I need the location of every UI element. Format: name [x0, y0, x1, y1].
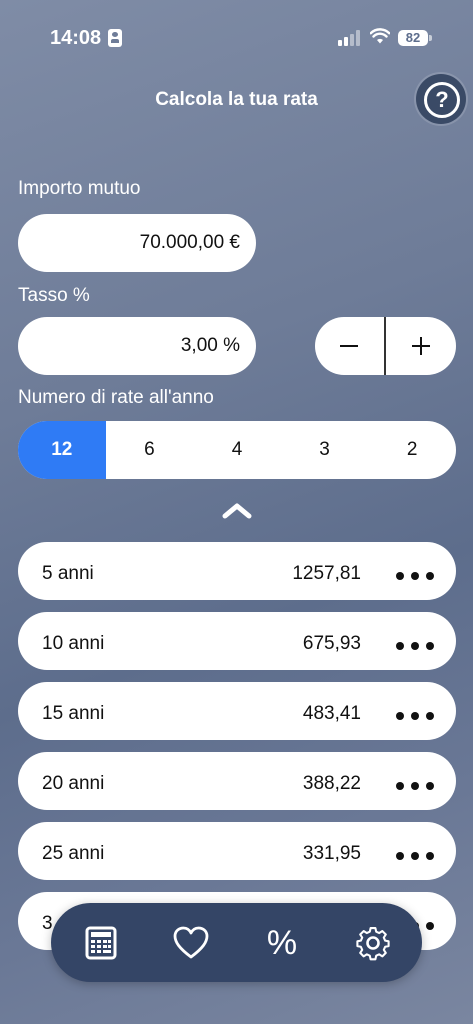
- segment-option-4[interactable]: 4: [193, 421, 281, 479]
- installments-label: Numero di rate all'anno: [18, 387, 214, 408]
- page-title: Calcola la tua rata: [155, 89, 318, 110]
- loan-amount-label: Importo mutuo: [18, 178, 141, 199]
- installment-amount: 1257,81: [292, 563, 361, 584]
- result-row[interactable]: 10 anni 675,93: [18, 612, 456, 670]
- interest-rate-label: Tasso %: [18, 285, 90, 306]
- cellular-signal-icon: [338, 30, 362, 46]
- result-row[interactable]: 25 anni 331,95: [18, 822, 456, 880]
- decrement-button[interactable]: [315, 317, 384, 375]
- wifi-icon: [370, 28, 390, 44]
- gear-icon[interactable]: [351, 921, 395, 965]
- segment-option-6[interactable]: 6: [106, 421, 194, 479]
- percent-icon[interactable]: %: [260, 921, 304, 965]
- installment-amount: 331,95: [302, 843, 361, 864]
- term-years: 25 anni: [42, 843, 105, 864]
- help-button[interactable]: ?: [416, 74, 466, 124]
- contact-card-icon: [108, 29, 122, 47]
- segment-option-3[interactable]: 3: [281, 421, 369, 479]
- heart-icon[interactable]: [169, 921, 213, 965]
- result-row[interactable]: 15 anni 483,41: [18, 682, 456, 740]
- term-years: 10 anni: [42, 633, 105, 654]
- term-years: 20 anni: [42, 773, 105, 794]
- installment-amount: 388,22: [302, 773, 361, 794]
- term-years: 5 anni: [42, 563, 94, 584]
- more-options-icon[interactable]: [396, 852, 434, 860]
- installments-segmented-control: 12 6 4 3 2: [18, 421, 456, 479]
- loan-amount-input[interactable]: 70.000,00 €: [18, 214, 256, 272]
- result-row[interactable]: 5 anni 1257,81: [18, 542, 456, 600]
- increment-button[interactable]: [386, 317, 456, 375]
- installment-amount: 483,41: [302, 703, 361, 724]
- battery-level: 82: [398, 30, 428, 46]
- interest-rate-input[interactable]: 3,00 %: [18, 317, 256, 375]
- more-options-icon[interactable]: [396, 572, 434, 580]
- chevron-up-icon[interactable]: [221, 501, 253, 519]
- result-row[interactable]: 20 anni 388,22: [18, 752, 456, 810]
- status-time: 14:08: [50, 27, 102, 49]
- more-options-icon[interactable]: [396, 782, 434, 790]
- battery-tip: [429, 35, 432, 41]
- help-icon: ?: [424, 82, 460, 118]
- calculator-icon[interactable]: [79, 921, 123, 965]
- segment-option-2[interactable]: 2: [368, 421, 456, 479]
- installment-amount: 675,93: [302, 633, 361, 654]
- segment-option-12[interactable]: 12: [18, 421, 106, 479]
- more-options-icon[interactable]: [396, 712, 434, 720]
- more-options-icon[interactable]: [396, 642, 434, 650]
- bottom-tab-bar: %: [51, 903, 422, 982]
- term-years: 15 anni: [42, 703, 105, 724]
- rate-stepper: [315, 317, 456, 375]
